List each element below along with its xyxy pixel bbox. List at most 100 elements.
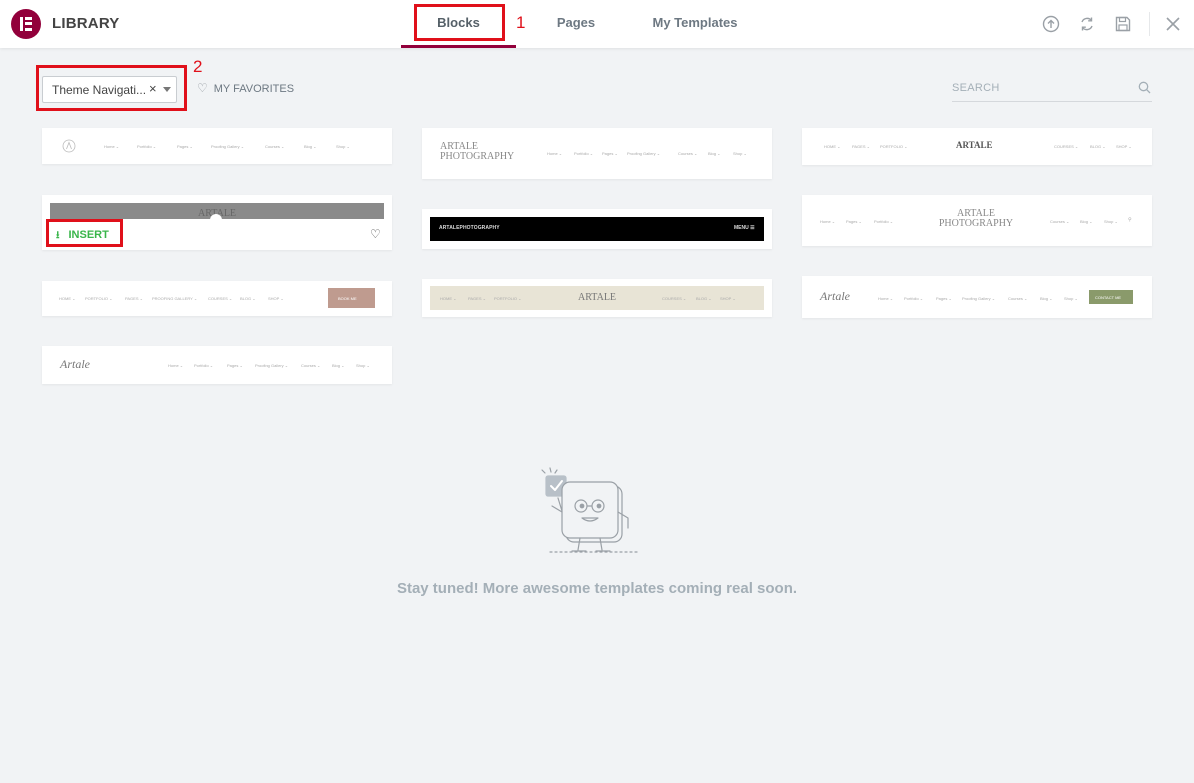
- annotation-box-1: [414, 4, 505, 41]
- template-card[interactable]: ARTALE PHOTOGRAPHY Home ⌄ Portfolio ⌄ Pa…: [422, 128, 772, 179]
- nav-item: Blog ⌄: [304, 144, 317, 149]
- template-card[interactable]: HOME ⌄ PORTFOLIO ⌄ PAGES ⌄ PROOFING GALL…: [42, 281, 392, 316]
- nav-item: Home ⌄: [878, 296, 894, 301]
- nav-item: COURSES ⌄: [208, 296, 233, 301]
- nav-item: SHOP ⌄: [720, 296, 736, 301]
- nav-item: Portfolio ⌄: [574, 151, 594, 156]
- tab-pages[interactable]: Pages: [545, 15, 607, 30]
- library-header: LIBRARY Blocks Pages My Templates: [0, 0, 1194, 48]
- template-card[interactable]: Home ⌄ Pages ⌄ Portfolio ⌄ ARTALE PHOTOG…: [802, 195, 1152, 246]
- card-brand: ARTALE PHOTOGRAPHY: [938, 208, 1014, 229]
- nav-item: Proofing Gallery ⌄: [211, 144, 245, 149]
- my-favorites-button[interactable]: ♡ MY FAVORITES: [197, 81, 294, 95]
- nav-item: Courses ⌄: [301, 363, 321, 368]
- nav-item: Proofing Gallery ⌄: [962, 296, 996, 301]
- save-icon[interactable]: [1113, 14, 1133, 34]
- nav-item: BLOG ⌄: [240, 296, 256, 301]
- nav-item: PORTFOLIO ⌄: [494, 296, 522, 301]
- upload-icon[interactable]: [1041, 14, 1061, 34]
- active-tab-indicator: [401, 45, 516, 48]
- nav-item: HOME ⌄: [440, 296, 457, 301]
- nav-item: Shop ⌄: [356, 363, 370, 368]
- nav-item: PORTFOLIO ⌄: [85, 296, 113, 301]
- empty-state-message: Stay tuned! More awesome templates comin…: [396, 580, 798, 597]
- card-brand: ARTALEPHOTOGRAPHY: [439, 225, 500, 231]
- nav-item: Portfolio ⌄: [874, 219, 894, 224]
- nav-item: Proofing Gallery ⌄: [627, 151, 661, 156]
- nav-item: Pages ⌄: [936, 296, 952, 301]
- nav-item: SHOP ⌄: [268, 296, 284, 301]
- search-icon: ⚲: [1128, 217, 1132, 223]
- nav-item: PAGES ⌄: [125, 296, 143, 301]
- nav-item: COURSES ⌄: [662, 296, 687, 301]
- nav-item: PAGES ⌄: [468, 296, 486, 301]
- contact-me-button: CONTACT ME: [1089, 290, 1133, 304]
- nav-item: Pages ⌄: [227, 363, 243, 368]
- nav-item: Blog ⌄: [332, 363, 345, 368]
- nav-item: Pages ⌄: [846, 219, 862, 224]
- nav-item: Portfolio ⌄: [904, 296, 924, 301]
- card-preview-overlay: ARTALE: [50, 203, 384, 226]
- template-card[interactable]: Artale Home ⌄ Portfolio ⌄ Pages ⌄ Proofi…: [802, 276, 1152, 318]
- favorites-label: MY FAVORITES: [213, 83, 295, 95]
- nav-item: Shop ⌄: [336, 144, 350, 149]
- preview-eye-icon[interactable]: [209, 213, 223, 227]
- card-script-brand: Artale: [60, 357, 90, 371]
- search-input[interactable]: SEARCH: [952, 76, 1152, 102]
- nav-item: HOME ⌄: [824, 144, 841, 149]
- chevron-down-icon[interactable]: [163, 87, 171, 92]
- nav-item: Shop ⌄: [733, 151, 747, 156]
- close-icon[interactable]: [1163, 14, 1183, 34]
- nav-item: HOME ⌄: [59, 296, 76, 301]
- template-card[interactable]: Artale Home ⌄ Portfolio ⌄ Pages ⌄ Proofi…: [42, 346, 392, 384]
- contact-me-label: CONTACT ME: [1095, 295, 1122, 300]
- annotation-box-3: [46, 219, 123, 247]
- template-card[interactable]: HOME ⌄ PAGES ⌄ PORTFOLIO ⌄ ARTALE COURSE…: [802, 128, 1152, 165]
- brand-mark-icon: [62, 139, 76, 153]
- nav-item: Courses ⌄: [1050, 219, 1070, 224]
- template-card[interactable]: Home ⌄ Portfolio ⌄ Pages ⌄ Proofing Gall…: [42, 128, 392, 164]
- nav-item: SHOP ⌄: [1116, 144, 1132, 149]
- nav-item: Home ⌄: [168, 363, 184, 368]
- nav-item: PROOFING GALLERY ⌄: [152, 296, 198, 301]
- tab-my-templates[interactable]: My Templates: [640, 15, 750, 30]
- card-script-brand: Artale: [820, 289, 850, 303]
- template-card[interactable]: ARTALEPHOTOGRAPHY MENU ☰: [422, 209, 772, 249]
- card-brand: ARTALE: [956, 140, 993, 150]
- favorite-heart-icon[interactable]: ♡: [370, 227, 381, 241]
- sync-icon[interactable]: [1077, 14, 1097, 34]
- card-preview-beige: HOME ⌄ PAGES ⌄ PORTFOLIO ⌄ ARTALE COURSE…: [430, 286, 764, 310]
- clear-selection-icon[interactable]: ×: [149, 81, 157, 96]
- elementor-logo-icon: [11, 9, 41, 39]
- nav-item: PORTFOLIO ⌄: [880, 144, 908, 149]
- category-select[interactable]: Theme Navigati... ×: [42, 76, 177, 103]
- nav-item: Blog ⌄: [1080, 219, 1093, 224]
- menu-label: MENU ☰: [734, 225, 755, 231]
- card-brand: ARTALE PHOTOGRAPHY: [440, 141, 515, 162]
- nav-item: Blog ⌄: [708, 151, 721, 156]
- library-title: LIBRARY: [52, 15, 120, 32]
- category-select-value: Theme Navigati...: [52, 83, 147, 97]
- nav-item: Pages ⌄: [177, 144, 193, 149]
- nav-item: Proofing Gallery ⌄: [255, 363, 289, 368]
- nav-item: COURSES ⌄: [1054, 144, 1079, 149]
- card-brand: ARTALE: [578, 292, 617, 303]
- nav-item: Home ⌄: [820, 219, 836, 224]
- book-me-button: BOOK ME: [328, 288, 375, 308]
- nav-item: Courses ⌄: [265, 144, 285, 149]
- book-me-label: BOOK ME: [338, 296, 357, 301]
- header-separator: [1149, 12, 1150, 36]
- nav-item: Courses ⌄: [678, 151, 698, 156]
- card-preview-dark: ARTALEPHOTOGRAPHY MENU ☰: [430, 217, 764, 241]
- search-placeholder: SEARCH: [952, 82, 1000, 94]
- nav-item: Home ⌄: [104, 144, 120, 149]
- nav-item: Portfolio ⌄: [194, 363, 214, 368]
- nav-item: BLOG ⌄: [1090, 144, 1106, 149]
- nav-item: Shop ⌄: [1104, 219, 1118, 224]
- search-icon: [1138, 81, 1151, 94]
- nav-item: Portfolio ⌄: [137, 144, 157, 149]
- annotation-number-2: 2: [193, 57, 203, 76]
- nav-item: Courses ⌄: [1008, 296, 1028, 301]
- template-card[interactable]: HOME ⌄ PAGES ⌄ PORTFOLIO ⌄ ARTALE COURSE…: [422, 279, 772, 317]
- robot-illustration-icon: [541, 467, 641, 553]
